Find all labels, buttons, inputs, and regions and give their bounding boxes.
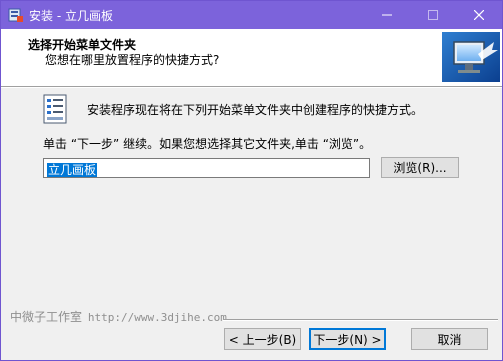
instruction-text: 单击 “下一步” 继续。如果您想选择其它文件夹,单击 “浏览”。 <box>43 137 372 151</box>
next-button[interactable]: 下一步(N) > <box>309 328 386 350</box>
cancel-button[interactable]: 取消 <box>411 328 488 350</box>
wizard-header: 选择开始菜单文件夹 您想在哪里放置程序的快捷方式? <box>1 29 502 87</box>
maximize-button[interactable] <box>410 1 456 29</box>
close-button[interactable] <box>456 1 502 29</box>
intro-text: 安装程序现在将在下列开始菜单文件夹中创建程序的快捷方式。 <box>87 103 424 117</box>
minimize-icon <box>382 14 392 16</box>
brand-url: http://www.3djihe.com <box>87 311 227 324</box>
monitor-header-icon <box>442 32 500 82</box>
window-title: 安装 - 立几画板 <box>29 9 113 23</box>
brand-label: 中微子工作室 http://www.3djihe.com <box>10 308 227 325</box>
browse-button[interactable]: 浏览(R)... <box>381 157 459 178</box>
footer-divider <box>223 319 498 321</box>
brand-name: 中微子工作室 <box>10 310 83 324</box>
minimize-button[interactable] <box>364 1 410 29</box>
close-icon <box>474 10 484 20</box>
header-divider <box>1 87 502 88</box>
back-button[interactable]: < 上一步(B) <box>224 328 301 350</box>
shortcut-list-icon <box>43 94 67 124</box>
app-icon <box>8 8 23 22</box>
start-menu-folder-input[interactable]: 立几画板 <box>43 158 370 178</box>
page-subtitle: 您想在哪里放置程序的快捷方式? <box>45 53 220 67</box>
title-bar[interactable]: 安装 - 立几画板 <box>1 1 502 29</box>
installer-window: 安装 - 立几画板 选择开始菜单文件夹 您想在哪里放置程序的快捷方式? 安装程序… <box>0 0 503 361</box>
maximize-icon <box>428 10 438 20</box>
folder-input-value: 立几画板 <box>47 163 98 177</box>
